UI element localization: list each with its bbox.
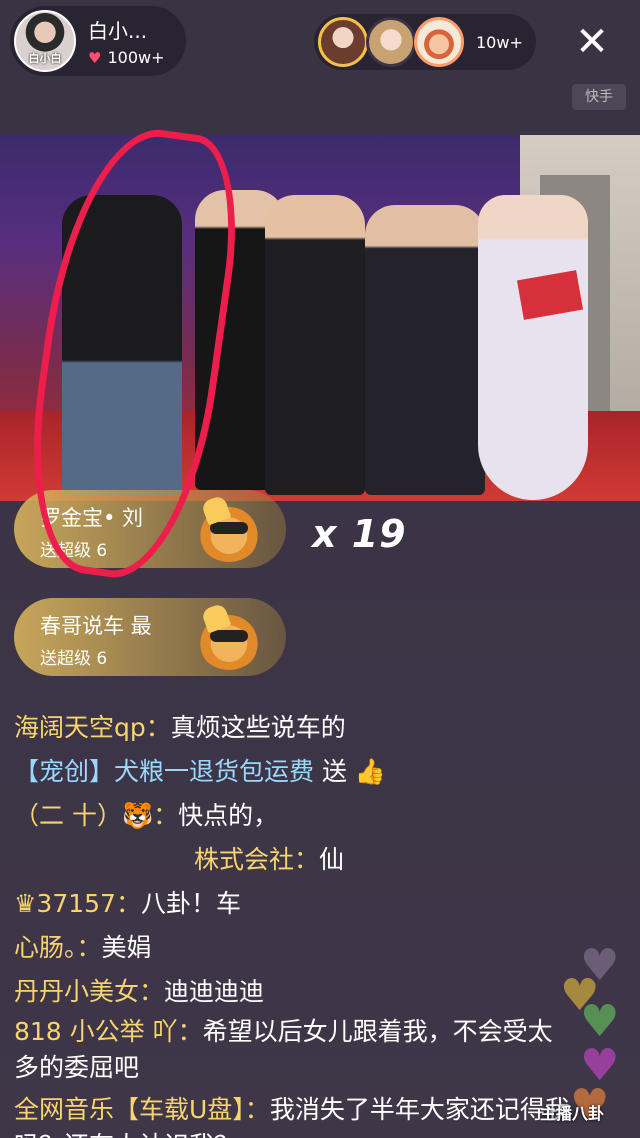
viewer-list[interactable]: 10w+ (314, 14, 536, 70)
chat-message: 全网音乐【车载U盘】：我消失了半年大家还记得我吗？还有人认识我？ (14, 1092, 574, 1138)
viewer-avatar[interactable] (366, 17, 416, 67)
chat-message: ♛37157：八卦！车 (14, 882, 574, 926)
site-watermark: 主播八卦 (540, 1104, 605, 1123)
chat-user[interactable]: 心肠。： (14, 933, 102, 962)
chat-user[interactable]: 【宠创】犬粮一退货包运费 (14, 757, 314, 786)
chat-text: 真烦这些说车的 (170, 713, 346, 742)
performer (478, 195, 588, 500)
chat-user[interactable]: 株式会社： (194, 845, 319, 874)
chat-text: 仙 (319, 845, 345, 874)
viewer-avatar[interactable] (414, 17, 464, 67)
chat-message: 【宠创】犬粮一退货包运费 送 👍 (14, 750, 574, 794)
heart-icon: ♥ (88, 48, 102, 67)
performer (365, 205, 485, 495)
chat-message: 海阔天空qp：真烦这些说车的 (14, 706, 574, 750)
chat-user[interactable]: 818 小公举 吖： (14, 1017, 203, 1046)
chat-user[interactable]: 海阔天空qp： (14, 713, 171, 742)
chat-user[interactable]: 全网音乐【车载U盘】： (14, 1095, 270, 1124)
chat-message: 株式会社：仙 (14, 838, 574, 882)
anchor-avatar[interactable]: 白小白 (14, 10, 76, 72)
chat-user[interactable]: 丹丹小美女： (14, 977, 164, 1006)
chat-text: 快点的， (178, 801, 279, 830)
viewer-avatar[interactable] (318, 17, 368, 67)
anchor-info: 白小... ♥ 100w+ (88, 15, 164, 67)
anchor-avatar-tag: 白小白 (28, 52, 62, 65)
chat-user[interactable]: （二 十）🐯： (14, 801, 178, 830)
close-button[interactable]: ✕ (572, 22, 612, 62)
gift-combo-count: x 19 (312, 512, 407, 556)
anchor-card[interactable]: 白小白 白小... ♥ 100w+ (10, 6, 186, 76)
chat-message: 818 小公举 吖：希望以后女儿跟着我，不会受太多的委屈吧 (14, 1014, 574, 1086)
chat-message: 心肠。：美娟 (14, 926, 574, 970)
platform-label: 快手 (572, 84, 626, 110)
gift-sunglasses-icon (196, 496, 262, 562)
anchor-name: 白小... (88, 19, 148, 43)
chat-text: 美娟 (101, 933, 152, 962)
chat-message: 丹丹小美女：迪迪迪迪 (14, 970, 574, 1014)
chat-user[interactable]: ♛37157： (14, 889, 141, 918)
chat-text: 送 👍 (314, 757, 387, 786)
performer (265, 195, 365, 495)
anchor-likes: ♥ 100w+ (88, 48, 164, 67)
gift-sunglasses-icon (196, 604, 262, 670)
chat-text: 迪迪迪迪 (164, 977, 265, 1006)
viewer-count: 10w+ (476, 32, 523, 52)
gift-banner: 春哥说车 最 送超级 6 (14, 598, 286, 676)
chat-list[interactable]: 海阔天空qp：真烦这些说车的 【宠创】犬粮一退货包运费 送 👍 （二 十）🐯：快… (14, 706, 574, 1138)
chat-text: 八卦！车 (140, 889, 241, 918)
chat-message: （二 十）🐯：快点的， (14, 794, 574, 838)
anchor-likes-count: 100w+ (107, 48, 165, 67)
